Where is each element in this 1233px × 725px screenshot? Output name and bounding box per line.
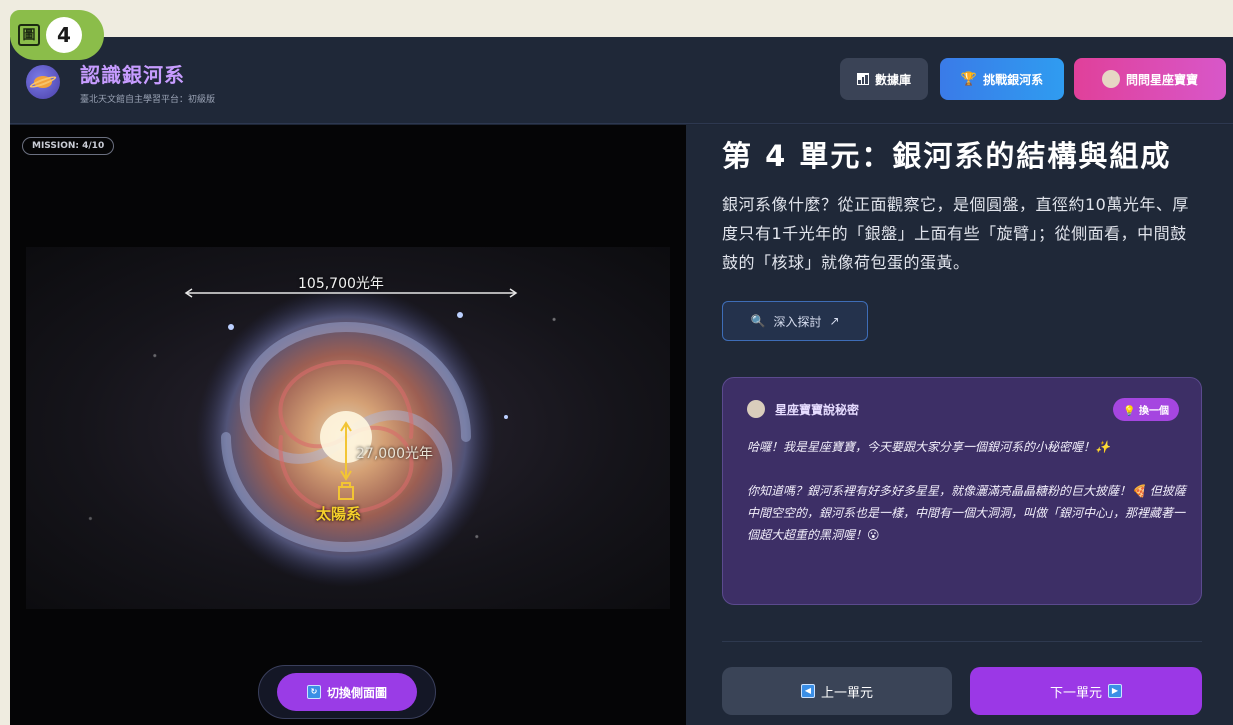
arrow-left-icon: ◀	[800, 684, 815, 698]
refresh-tip-label: 換一個	[1139, 406, 1169, 417]
galaxy-image: 105,700光年 27,000光年 太陽系	[26, 247, 670, 609]
solar-system-label: 太陽系	[316, 505, 362, 523]
secret-card-title: 星座寶寶說秘密	[775, 402, 860, 417]
sun-distance-label: 27,000光年	[356, 446, 433, 462]
trophy-icon: 🏆	[960, 71, 978, 87]
mascot-avatar-icon	[747, 400, 765, 418]
secret-card-header: 星座寶寶說秘密	[747, 400, 859, 418]
figure-number: 4	[46, 17, 82, 53]
galaxy-panel: MISSION: 4/10 105,700光年 27,000光年 太陽系 ↻ 切…	[10, 125, 686, 725]
secret-card-body: 哈囉！我是星座寶寶，今天要跟大家分享一個銀河系的小秘密喔！✨ 你知道嗎？銀河系裡…	[747, 436, 1187, 568]
prev-unit-button[interactable]: ◀ 上一單元	[722, 667, 952, 715]
next-unit-button[interactable]: 下一單元 ▶	[970, 667, 1202, 715]
toggle-view-container: ↻ 切換側面圖	[258, 665, 436, 719]
database-button-label: 數據庫	[874, 72, 911, 87]
secret-paragraph-1: 哈囉！我是星座寶寶，今天要跟大家分享一個銀河系的小秘密喔！✨	[747, 440, 1110, 454]
prev-unit-label: 上一單元	[820, 685, 873, 701]
unit-title: 第 4 單元：銀河系的結構與組成	[722, 139, 1172, 173]
refresh-tip-button[interactable]: 💡 換一個	[1113, 398, 1179, 421]
app-window: 認識銀河系 臺北天文館自主學習平台：初級版 數據庫 🏆 挑戰銀河系 問問星座寶寶…	[10, 37, 1233, 725]
secret-paragraph-2: 你知道嗎？銀河系裡有好多好多星星，就像灑滿亮晶晶糖粉的巨大披薩！🍕 但披薩中間空…	[747, 484, 1186, 542]
refresh-icon: ↻	[306, 685, 321, 699]
app-subtitle: 臺北天文館自主學習平台：初級版	[80, 95, 216, 105]
mission-badge: MISSION: 4/10	[22, 137, 115, 155]
challenge-button[interactable]: 🏆 挑戰銀河系	[940, 58, 1064, 100]
header: 認識銀河系 臺北天文館自主學習平台：初級版 數據庫 🏆 挑戰銀河系 問問星座寶寶	[10, 37, 1233, 124]
figure-prefix: 圖	[18, 24, 40, 46]
app-title: 認識銀河系	[80, 63, 185, 87]
galaxy-width-label: 105,700光年	[298, 276, 384, 292]
ask-button-label: 問問星座寶寶	[1125, 72, 1198, 87]
next-unit-label: 下一單元	[1049, 685, 1102, 701]
mascot-secret-card: 星座寶寶說秘密 💡 換一個 哈囉！我是星座寶寶，今天要跟大家分享一個銀河系的小秘…	[722, 377, 1202, 605]
unit-description: 銀河系像什麼？從正面觀察它，是個圓盤，直徑約10萬光年、厚度只有1千光年的「銀盤…	[722, 195, 1189, 272]
lightbulb-icon: 💡	[1123, 406, 1136, 417]
galaxy-illustration	[184, 287, 518, 587]
search-icon: 🔍	[750, 314, 766, 328]
planet-logo-icon	[26, 65, 60, 99]
arrow-right-icon: ▶	[1108, 684, 1122, 698]
mascot-avatar-icon	[1101, 70, 1120, 88]
ask-button[interactable]: 問問星座寶寶	[1074, 58, 1226, 100]
external-link-icon: ↗	[829, 314, 840, 328]
figure-badge: 圖 4	[10, 10, 104, 60]
lesson-panel: 第 4 單元：銀河系的結構與組成 銀河系像什麼？從正面觀察它，是個圓盤，直徑約1…	[686, 125, 1233, 725]
explore-button[interactable]: 🔍 深入探討 ↗	[722, 301, 868, 341]
toggle-side-view-label: 切換側面圖	[326, 685, 387, 700]
divider	[722, 641, 1202, 642]
database-button[interactable]: 數據庫	[840, 58, 928, 100]
bar-chart-icon	[856, 73, 869, 85]
explore-button-label: 深入探討	[773, 314, 822, 329]
toggle-side-view-button[interactable]: ↻ 切換側面圖	[277, 673, 417, 711]
challenge-button-label: 挑戰銀河系	[983, 72, 1044, 87]
